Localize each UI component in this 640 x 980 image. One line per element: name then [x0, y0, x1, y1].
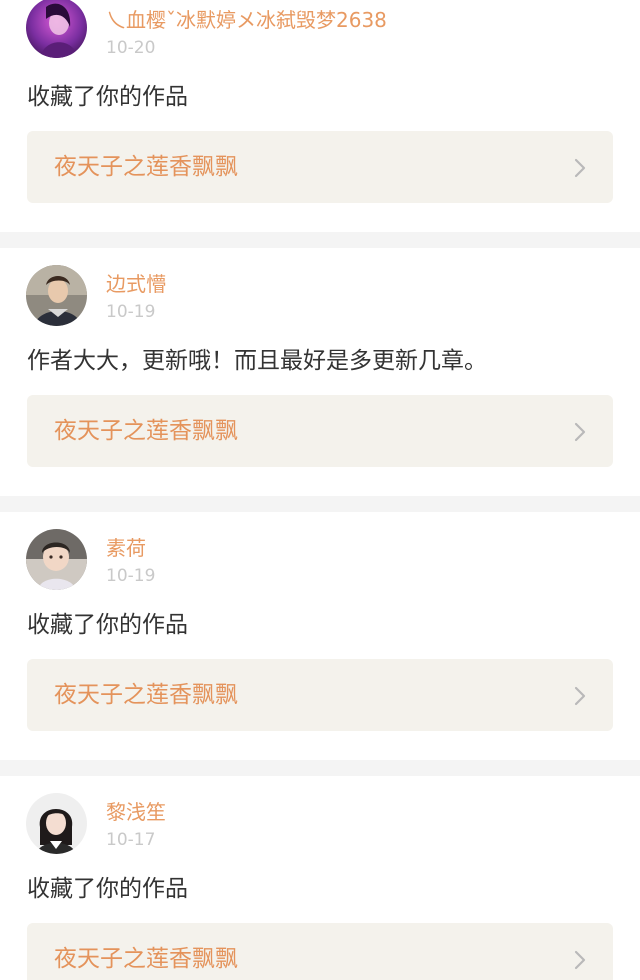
- work-title: 夜天子之莲香飘飘: [54, 946, 238, 972]
- avatar[interactable]: [26, 265, 87, 326]
- notification-card: 乀血樱ˇ冰默婷メ冰弑毁梦2638 10-20 收藏了你的作品 夜天子之莲香飘飘: [0, 0, 640, 232]
- user-avatar-baby-icon: [26, 529, 87, 590]
- avatar[interactable]: [26, 0, 87, 58]
- notification-message: 作者大大，更新哦！而且最好是多更新几章。: [27, 348, 487, 374]
- notification-feed: 乀血樱ˇ冰默婷メ冰弑毁梦2638 10-20 收藏了你的作品 夜天子之莲香飘飘 …: [0, 0, 640, 980]
- work-title: 夜天子之莲香飘飘: [54, 418, 238, 444]
- notification-card: 黎浅笙 10-17 收藏了你的作品 夜天子之莲香飘飘: [0, 776, 640, 980]
- chevron-right-icon: [574, 158, 586, 178]
- notification-message: 收藏了你的作品: [27, 84, 188, 110]
- username[interactable]: 素荷: [106, 536, 146, 560]
- avatar[interactable]: [26, 793, 87, 854]
- timestamp: 10-17: [106, 830, 156, 850]
- user-avatar-man-icon: [26, 265, 87, 326]
- work-link[interactable]: 夜天子之莲香飘飘: [27, 131, 613, 203]
- chevron-right-icon: [574, 422, 586, 442]
- timestamp: 10-20: [106, 38, 156, 58]
- work-title: 夜天子之莲香飘飘: [54, 682, 238, 708]
- notification-card: 边式懵 10-19 作者大大，更新哦！而且最好是多更新几章。 夜天子之莲香飘飘: [0, 248, 640, 496]
- username[interactable]: 边式懵: [106, 272, 166, 296]
- work-link[interactable]: 夜天子之莲香飘飘: [27, 395, 613, 467]
- user-avatar-girl-icon: [26, 793, 87, 854]
- timestamp: 10-19: [106, 566, 156, 586]
- work-link[interactable]: 夜天子之莲香飘飘: [27, 659, 613, 731]
- username[interactable]: 黎浅笙: [106, 800, 166, 824]
- work-title: 夜天子之莲香飘飘: [54, 154, 238, 180]
- work-link[interactable]: 夜天子之莲香飘飘: [27, 923, 613, 980]
- chevron-right-icon: [574, 686, 586, 706]
- username[interactable]: 乀血樱ˇ冰默婷メ冰弑毁梦2638: [106, 8, 387, 32]
- avatar[interactable]: [26, 529, 87, 590]
- chevron-right-icon: [574, 950, 586, 970]
- notification-message: 收藏了你的作品: [27, 876, 188, 902]
- timestamp: 10-19: [106, 302, 156, 322]
- notification-card: 素荷 10-19 收藏了你的作品 夜天子之莲香飘飘: [0, 512, 640, 760]
- user-avatar-purple-icon: [26, 0, 87, 58]
- notification-message: 收藏了你的作品: [27, 612, 188, 638]
